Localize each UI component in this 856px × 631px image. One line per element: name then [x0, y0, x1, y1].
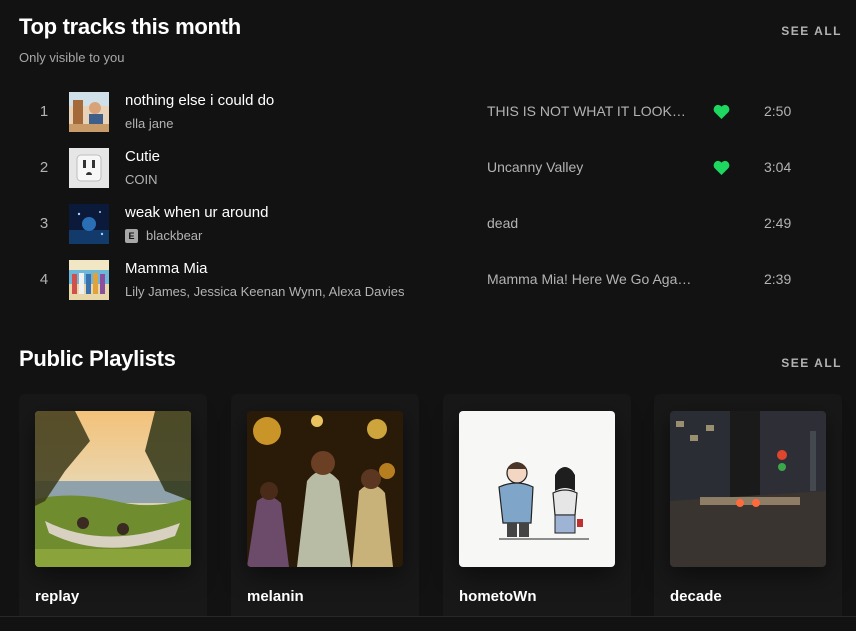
track-artist-link[interactable]: ella jane [125, 116, 173, 131]
bottom-divider [0, 616, 856, 631]
track-number: 2 [39, 159, 49, 176]
top-tracks-subtitle: Only visible to you [19, 50, 125, 65]
playlist-cover [35, 411, 191, 567]
track-artist-link[interactable]: blackbear [146, 228, 202, 243]
track-artist-link[interactable]: Lily James, Jessica Keenan Wynn, Alexa D… [125, 284, 405, 299]
track-row[interactable]: 4 Mamma Mia Lily James, Jessica Keenan W… [19, 252, 842, 308]
track-number: 1 [39, 103, 49, 120]
track-album[interactable]: THIS IS NOT WHAT IT LOOKS LIKE [487, 103, 692, 119]
track-duration: 2:49 [764, 215, 792, 231]
playlist-card[interactable]: replay [19, 394, 207, 631]
playlist-cover [459, 411, 615, 567]
album-art [69, 92, 109, 132]
playlist-card[interactable]: hometoWn [443, 394, 631, 631]
track-row[interactable]: 1 nothing else i could do ella jane THIS… [19, 84, 842, 140]
album-art [69, 260, 109, 300]
playlist-title[interactable]: hometoWn [459, 588, 536, 605]
track-duration: 2:50 [764, 103, 792, 119]
track-artist: ella jane [125, 116, 173, 131]
track-artist: Lily James, Jessica Keenan Wynn, Alexa D… [125, 284, 405, 299]
album-art [69, 204, 109, 244]
playlist-cover [670, 411, 826, 567]
heart-filled-icon[interactable] [713, 160, 730, 176]
playlist-card[interactable]: decade [654, 394, 842, 631]
track-title[interactable]: nothing else i could do [125, 92, 274, 109]
track-title[interactable]: Mamma Mia [125, 260, 208, 277]
track-title[interactable]: Cutie [125, 148, 160, 165]
playlist-title[interactable]: decade [670, 588, 722, 605]
track-artist: COIN [125, 172, 158, 187]
explicit-badge: E [125, 228, 138, 243]
playlists-see-all-link[interactable]: SEE ALL [781, 356, 842, 370]
playlists-header: Public Playlists SEE ALL [19, 346, 842, 372]
playlists-title[interactable]: Public Playlists [19, 346, 176, 372]
playlist-cover [247, 411, 403, 567]
track-row[interactable]: 3 weak when ur around E blackbear dead 2… [19, 196, 842, 252]
top-tracks-header: Top tracks this month SEE ALL [19, 14, 842, 40]
track-artist: E blackbear [125, 228, 202, 243]
top-tracks-title[interactable]: Top tracks this month [19, 14, 241, 40]
album-art [69, 148, 109, 188]
playlist-card[interactable]: melanin [231, 394, 419, 631]
track-list: 1 nothing else i could do ella jane THIS… [19, 84, 842, 308]
track-number: 3 [39, 215, 49, 232]
track-album[interactable]: Mamma Mia! Here We Go Again (Original Mo… [487, 271, 692, 287]
track-album[interactable]: Uncanny Valley [487, 159, 692, 175]
profile-page: Top tracks this month SEE ALL Only visib… [0, 0, 856, 631]
track-duration: 2:39 [764, 271, 792, 287]
playlist-grid: replay melanin hometoWn decade [19, 394, 856, 631]
playlist-title[interactable]: replay [35, 588, 79, 605]
track-album[interactable]: dead [487, 215, 692, 231]
playlist-title[interactable]: melanin [247, 588, 304, 605]
top-tracks-see-all-link[interactable]: SEE ALL [781, 24, 842, 38]
track-artist-link[interactable]: COIN [125, 172, 158, 187]
track-number: 4 [39, 271, 49, 288]
track-row[interactable]: 2 Cutie COIN Uncanny Valley 3:04 [19, 140, 842, 196]
track-title[interactable]: weak when ur around [125, 204, 268, 221]
heart-filled-icon[interactable] [713, 104, 730, 120]
track-duration: 3:04 [764, 159, 792, 175]
